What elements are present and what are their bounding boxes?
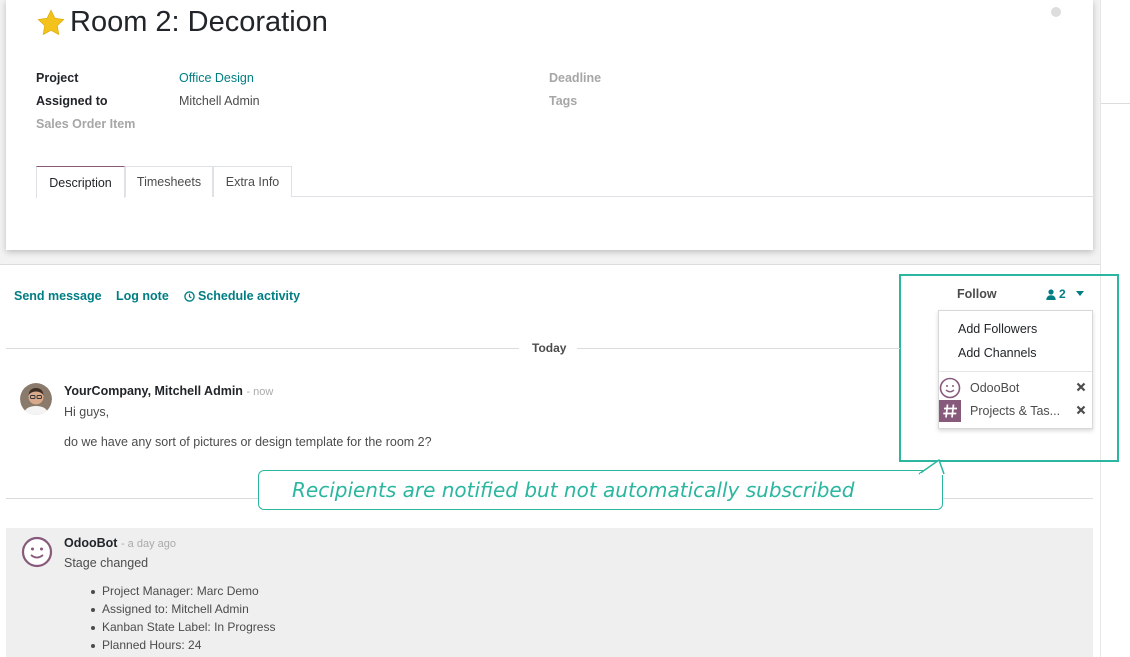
add-channels-item[interactable]: Add Channels xyxy=(958,346,1037,360)
day-separator-line-left xyxy=(6,348,519,349)
callout-pointer xyxy=(918,458,945,475)
kanban-status-dot[interactable] xyxy=(1051,7,1061,17)
message-author[interactable]: YourCompany, Mitchell Admin - now xyxy=(64,384,273,398)
star-icon[interactable] xyxy=(36,8,66,38)
tracking-item: Planned Hours: 24 xyxy=(90,636,275,654)
title-text: Room 2: Decoration xyxy=(70,6,328,38)
follower-item[interactable]: Projects & Tas... xyxy=(939,400,1092,422)
tracking-item: Project Manager: Marc Demo xyxy=(90,582,275,600)
day-separator-label: Today xyxy=(532,341,567,355)
follower-name: Projects & Tas... xyxy=(970,404,1061,418)
tags-label: Tags xyxy=(549,94,578,108)
follow-button[interactable]: Follow xyxy=(957,287,997,301)
add-followers-item[interactable]: Add Followers xyxy=(958,322,1037,336)
annotation-callout: Recipients are notified but not automati… xyxy=(258,470,943,510)
user-photo-icon xyxy=(20,383,52,415)
log-note-button[interactable]: Log note xyxy=(116,289,169,303)
followers-dropdown: Add Followers Add Channels OdooBot Proje… xyxy=(938,310,1093,429)
follower-item[interactable]: OdooBot xyxy=(939,377,1092,399)
tab-timesheets[interactable]: Timesheets xyxy=(125,166,213,197)
project-label: Project xyxy=(36,71,79,85)
send-message-button[interactable]: Send message xyxy=(14,289,102,303)
form-sheet: Room 2: Decoration Project Office Design… xyxy=(6,0,1094,250)
message-line: Stage changed xyxy=(64,556,149,570)
dropdown-divider xyxy=(939,371,1092,372)
scroll-divider xyxy=(1101,103,1130,104)
tab-description[interactable]: Description xyxy=(36,166,125,198)
message-line: do we have any sort of pictures or desig… xyxy=(64,435,432,449)
clock-icon xyxy=(184,290,195,302)
message-time: - a day ago xyxy=(120,538,176,550)
message-time: - now xyxy=(246,386,274,398)
page-title: Room 2: Decoration xyxy=(36,6,328,39)
remove-icon[interactable] xyxy=(1076,382,1086,392)
deadline-label: Deadline xyxy=(549,71,602,85)
day-separator-line-right xyxy=(577,348,900,349)
assigned-value[interactable]: Mitchell Admin xyxy=(179,94,260,108)
message-author[interactable]: OdooBot - a day ago xyxy=(64,536,176,550)
tab-extra-info[interactable]: Extra Info xyxy=(213,166,292,197)
followers-button[interactable]: 2 xyxy=(1046,287,1066,301)
project-link[interactable]: Office Design xyxy=(179,71,254,85)
followers-count: 2 xyxy=(1059,287,1066,301)
author-name: YourCompany, Mitchell Admin xyxy=(64,384,243,398)
schedule-activity-button[interactable]: Schedule activity xyxy=(184,289,300,303)
person-icon xyxy=(1046,288,1056,300)
tracking-item: Assigned to: Mitchell Admin xyxy=(90,600,275,618)
message-line: Hi guys, xyxy=(64,405,110,419)
user-avatar[interactable] xyxy=(20,383,52,415)
odoobot-avatar-icon xyxy=(939,377,961,399)
author-name: OdooBot xyxy=(64,536,118,550)
follower-name: OdooBot xyxy=(970,381,1020,395)
remove-icon[interactable] xyxy=(1076,405,1086,415)
sales-order-label: Sales Order Item xyxy=(36,117,136,131)
assigned-label: Assigned to xyxy=(36,94,108,108)
tracking-item: Kanban State Label: In Progress xyxy=(90,620,276,634)
odoobot-avatar-icon[interactable] xyxy=(21,536,53,568)
tracking-list: Project Manager: Marc Demo Assigned to: … xyxy=(90,582,276,654)
channel-hash-icon xyxy=(939,400,961,422)
caret-down-icon[interactable] xyxy=(1076,291,1084,296)
schedule-activity-label: Schedule activity xyxy=(198,289,301,303)
